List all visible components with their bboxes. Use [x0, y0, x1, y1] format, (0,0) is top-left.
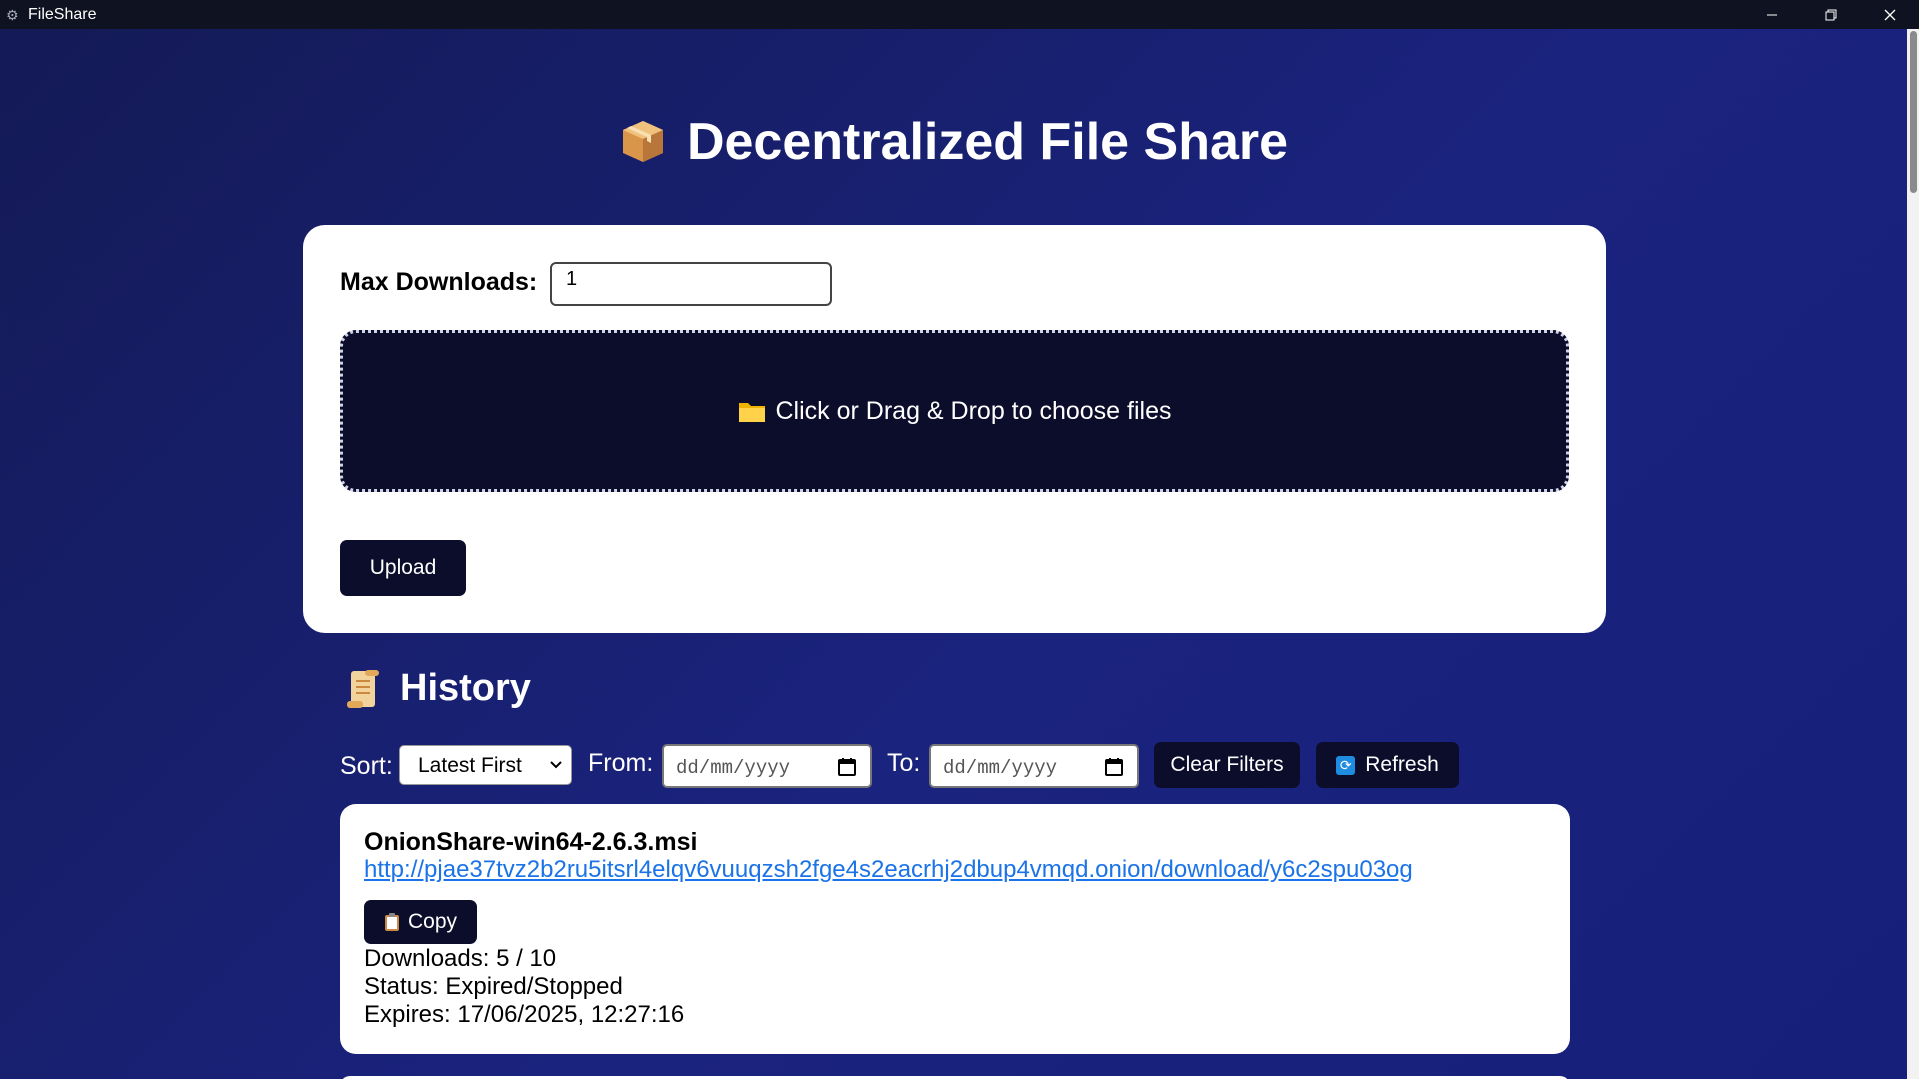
close-icon[interactable] — [1860, 0, 1919, 29]
from-date-input[interactable]: dd/mm/yyyy — [662, 744, 872, 788]
clear-filters-button[interactable]: Clear Filters — [1154, 742, 1300, 788]
refresh-label: Refresh — [1365, 753, 1439, 776]
to-date-placeholder: dd/mm/yyyy — [943, 757, 1058, 779]
upload-button[interactable]: Upload — [340, 540, 466, 596]
sort-select[interactable]: Latest First — [399, 745, 572, 785]
copy-button[interactable]: Copy — [364, 900, 477, 944]
page-title-text: Decentralized File Share — [686, 113, 1289, 171]
file-name: OnionShare-win64-2.6.3.msi — [364, 828, 698, 856]
history-item-card: OnionShare-win64-2.6.3.msi http://pjae37… — [340, 804, 1570, 1054]
upload-card: Max Downloads: 1 Click or Drag & Drop to… — [303, 225, 1606, 633]
package-icon — [622, 121, 663, 162]
page-title: Decentralized File Share — [0, 112, 1907, 172]
window-controls — [1742, 0, 1919, 29]
calendar-icon[interactable] — [838, 757, 856, 776]
from-date-placeholder: dd/mm/yyyy — [676, 757, 791, 779]
download-count: Downloads: 5 / 10 — [364, 945, 557, 972]
refresh-button[interactable]: ⟳ Refresh — [1316, 742, 1459, 788]
share-link[interactable]: http://pjae37tvz2b2ru5itsrl4elqv6vuuqzsh… — [364, 856, 1413, 884]
expires-text: Expires: 17/06/2025, 12:27:16 — [364, 1001, 685, 1028]
folder-icon — [738, 403, 765, 422]
window-titlebar: ⚙ FileShare — [0, 0, 1919, 29]
history-title-text: History — [400, 667, 531, 709]
dropzone-text: Click or Drag & Drop to choose files — [775, 396, 1172, 425]
refresh-icon: ⟳ — [1336, 755, 1356, 775]
clipboard-icon — [384, 913, 399, 931]
chevron-down-icon — [549, 755, 563, 776]
scrollbar-thumb[interactable] — [1910, 31, 1917, 193]
sort-label: Sort: — [340, 752, 393, 780]
restore-icon[interactable] — [1801, 0, 1860, 29]
scrollbar[interactable] — [1907, 29, 1919, 1079]
from-label: From: — [588, 749, 654, 777]
to-label: To: — [887, 749, 921, 777]
copy-label: Copy — [407, 910, 458, 933]
file-dropzone[interactable]: Click or Drag & Drop to choose files — [340, 330, 1569, 492]
scroll-icon — [347, 669, 379, 708]
window-title: FileShare — [28, 5, 97, 23]
calendar-icon[interactable] — [1105, 757, 1123, 776]
to-date-input[interactable]: dd/mm/yyyy — [929, 744, 1139, 788]
minimize-icon[interactable] — [1742, 0, 1801, 29]
max-downloads-input[interactable]: 1 — [550, 262, 832, 306]
max-downloads-label: Max Downloads: — [340, 268, 538, 296]
history-title: History — [345, 667, 531, 710]
sort-select-value: Latest First — [418, 754, 522, 777]
app-gear-icon: ⚙ — [6, 6, 19, 23]
status-text: Status: Expired/Stopped — [364, 973, 623, 1000]
